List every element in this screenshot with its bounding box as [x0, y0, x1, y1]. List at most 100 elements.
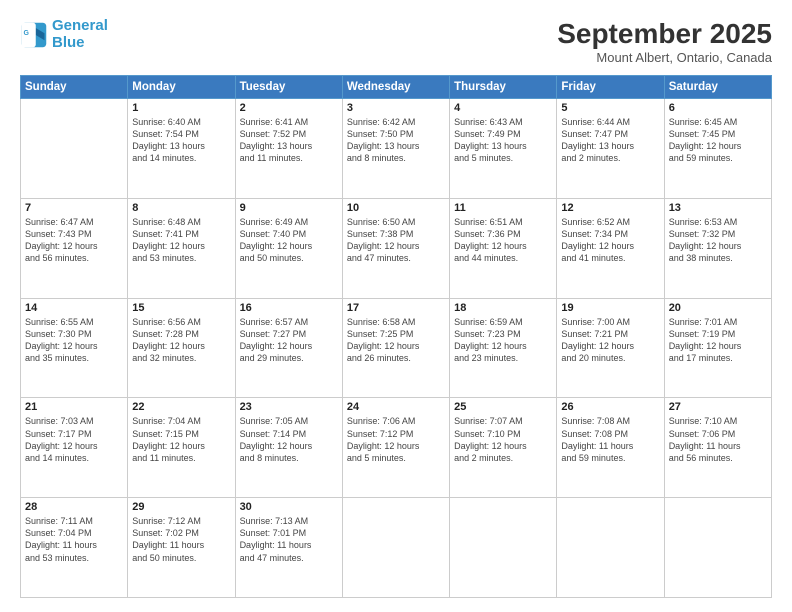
calendar-cell: [557, 498, 664, 598]
cell-info: Sunrise: 7:12 AMSunset: 7:02 PMDaylight:…: [132, 515, 230, 564]
day-number: 19: [561, 302, 659, 314]
main-title: September 2025: [557, 18, 772, 50]
day-header-friday: Friday: [557, 76, 664, 99]
week-row-5: 28 Sunrise: 7:11 AMSunset: 7:04 PMDayligh…: [21, 498, 772, 598]
day-number: 2: [240, 102, 338, 114]
calendar-cell: 25 Sunrise: 7:07 AMSunset: 7:10 PMDayligh…: [450, 398, 557, 498]
calendar-cell: 18Sunrise: 6:59 AMSunset: 7:23 PMDayligh…: [450, 298, 557, 398]
day-number: 26: [561, 401, 659, 413]
calendar-cell: [342, 498, 449, 598]
day-number: 7: [25, 202, 123, 214]
cell-info: Sunrise: 6:55 AMSunset: 7:30 PMDaylight:…: [25, 316, 123, 365]
calendar-cell: 27 Sunrise: 7:10 AMSunset: 7:06 PMDayligh…: [664, 398, 771, 498]
cell-info: Sunrise: 7:04 AMSunset: 7:15 PMDaylight:…: [132, 415, 230, 464]
logo: G General Blue: [20, 18, 108, 51]
day-number: 1: [132, 102, 230, 114]
calendar-table: SundayMondayTuesdayWednesdayThursdayFrid…: [20, 75, 772, 598]
cell-info: Sunrise: 6:44 AMSunset: 7:47 PMDaylight:…: [561, 116, 659, 165]
day-number: 23: [240, 401, 338, 413]
cell-info: Sunrise: 7:11 AMSunset: 7:04 PMDaylight:…: [25, 515, 123, 564]
cell-info: Sunrise: 7:08 AMSunset: 7:08 PMDaylight:…: [561, 415, 659, 464]
day-number: 6: [669, 102, 767, 114]
day-header-monday: Monday: [128, 76, 235, 99]
calendar-cell: [450, 498, 557, 598]
day-number: 13: [669, 202, 767, 214]
calendar-header-row: SundayMondayTuesdayWednesdayThursdayFrid…: [21, 76, 772, 99]
cell-info: Sunrise: 6:58 AMSunset: 7:25 PMDaylight:…: [347, 316, 445, 365]
calendar-cell: 13 Sunrise: 6:53 AMSunset: 7:32 PMDayligh…: [664, 198, 771, 298]
calendar-cell: 16Sunrise: 6:57 AMSunset: 7:27 PMDayligh…: [235, 298, 342, 398]
day-header-tuesday: Tuesday: [235, 76, 342, 99]
page: G General Blue September 2025 Mount Albe…: [0, 0, 792, 612]
calendar-cell: 28 Sunrise: 7:11 AMSunset: 7:04 PMDayligh…: [21, 498, 128, 598]
cell-info: Sunrise: 6:51 AMSunset: 7:36 PMDaylight:…: [454, 216, 552, 265]
day-number: 29: [132, 501, 230, 513]
calendar-cell: 29 Sunrise: 7:12 AMSunset: 7:02 PMDayligh…: [128, 498, 235, 598]
calendar-cell: 14 Sunrise: 6:55 AMSunset: 7:30 PMDayligh…: [21, 298, 128, 398]
calendar-cell: [21, 99, 128, 199]
calendar-cell: 20Sunrise: 7:01 AMSunset: 7:19 PMDayligh…: [664, 298, 771, 398]
cell-info: Sunrise: 7:03 AMSunset: 7:17 PMDaylight:…: [25, 415, 123, 464]
cell-info: Sunrise: 6:43 AMSunset: 7:49 PMDaylight:…: [454, 116, 552, 165]
calendar-cell: 19 Sunrise: 7:00 AMSunset: 7:21 PMDayligh…: [557, 298, 664, 398]
cell-info: Sunrise: 7:00 AMSunset: 7:21 PMDaylight:…: [561, 316, 659, 365]
day-number: 14: [25, 302, 123, 314]
calendar-cell: 24Sunrise: 7:06 AMSunset: 7:12 PMDayligh…: [342, 398, 449, 498]
calendar-cell: 7Sunrise: 6:47 AMSunset: 7:43 PMDaylight…: [21, 198, 128, 298]
cell-info: Sunrise: 6:49 AMSunset: 7:40 PMDaylight:…: [240, 216, 338, 265]
week-row-3: 14 Sunrise: 6:55 AMSunset: 7:30 PMDayligh…: [21, 298, 772, 398]
calendar-cell: 9 Sunrise: 6:49 AMSunset: 7:40 PMDaylight…: [235, 198, 342, 298]
calendar-cell: 22 Sunrise: 7:04 AMSunset: 7:15 PMDayligh…: [128, 398, 235, 498]
cell-info: Sunrise: 6:56 AMSunset: 7:28 PMDaylight:…: [132, 316, 230, 365]
day-number: 27: [669, 401, 767, 413]
day-number: 12: [561, 202, 659, 214]
calendar-cell: 10 Sunrise: 6:50 AMSunset: 7:38 PMDayligh…: [342, 198, 449, 298]
logo-icon: G: [20, 21, 48, 49]
day-number: 24: [347, 401, 445, 413]
cell-info: Sunrise: 6:48 AMSunset: 7:41 PMDaylight:…: [132, 216, 230, 265]
day-number: 9: [240, 202, 338, 214]
day-number: 17: [347, 302, 445, 314]
cell-info: Sunrise: 7:05 AMSunset: 7:14 PMDaylight:…: [240, 415, 338, 464]
cell-info: Sunrise: 7:07 AMSunset: 7:10 PMDaylight:…: [454, 415, 552, 464]
day-number: 25: [454, 401, 552, 413]
logo-text: General Blue: [52, 18, 108, 51]
calendar-cell: 1 Sunrise: 6:40 AMSunset: 7:54 PMDaylight…: [128, 99, 235, 199]
cell-info: Sunrise: 7:13 AMSunset: 7:01 PMDaylight:…: [240, 515, 338, 564]
day-header-sunday: Sunday: [21, 76, 128, 99]
sub-title: Mount Albert, Ontario, Canada: [557, 50, 772, 65]
day-number: 8: [132, 202, 230, 214]
title-block: September 2025 Mount Albert, Ontario, Ca…: [557, 18, 772, 65]
day-number: 10: [347, 202, 445, 214]
cell-info: Sunrise: 6:45 AMSunset: 7:45 PMDaylight:…: [669, 116, 767, 165]
cell-info: Sunrise: 6:50 AMSunset: 7:38 PMDaylight:…: [347, 216, 445, 265]
svg-text:G: G: [24, 30, 30, 37]
calendar-cell: 23 Sunrise: 7:05 AMSunset: 7:14 PMDayligh…: [235, 398, 342, 498]
week-row-1: 1 Sunrise: 6:40 AMSunset: 7:54 PMDaylight…: [21, 99, 772, 199]
calendar-cell: 2Sunrise: 6:41 AMSunset: 7:52 PMDaylight…: [235, 99, 342, 199]
week-row-4: 21 Sunrise: 7:03 AMSunset: 7:17 PMDayligh…: [21, 398, 772, 498]
calendar-cell: 17 Sunrise: 6:58 AMSunset: 7:25 PMDayligh…: [342, 298, 449, 398]
calendar-cell: [664, 498, 771, 598]
day-number: 11: [454, 202, 552, 214]
calendar-cell: 8 Sunrise: 6:48 AMSunset: 7:41 PMDaylight…: [128, 198, 235, 298]
cell-info: Sunrise: 6:52 AMSunset: 7:34 PMDaylight:…: [561, 216, 659, 265]
day-number: 5: [561, 102, 659, 114]
calendar-cell: 30Sunrise: 7:13 AMSunset: 7:01 PMDayligh…: [235, 498, 342, 598]
day-header-saturday: Saturday: [664, 76, 771, 99]
cell-info: Sunrise: 6:53 AMSunset: 7:32 PMDaylight:…: [669, 216, 767, 265]
day-number: 20: [669, 302, 767, 314]
header: G General Blue September 2025 Mount Albe…: [20, 18, 772, 65]
calendar-cell: 4 Sunrise: 6:43 AMSunset: 7:49 PMDaylight…: [450, 99, 557, 199]
day-number: 22: [132, 401, 230, 413]
day-number: 18: [454, 302, 552, 314]
cell-info: Sunrise: 7:10 AMSunset: 7:06 PMDaylight:…: [669, 415, 767, 464]
calendar-cell: 11 Sunrise: 6:51 AMSunset: 7:36 PMDayligh…: [450, 198, 557, 298]
day-number: 28: [25, 501, 123, 513]
day-number: 21: [25, 401, 123, 413]
calendar-cell: 26 Sunrise: 7:08 AMSunset: 7:08 PMDayligh…: [557, 398, 664, 498]
cell-info: Sunrise: 6:40 AMSunset: 7:54 PMDaylight:…: [132, 116, 230, 165]
day-header-thursday: Thursday: [450, 76, 557, 99]
calendar-cell: 5 Sunrise: 6:44 AMSunset: 7:47 PMDaylight…: [557, 99, 664, 199]
day-number: 4: [454, 102, 552, 114]
